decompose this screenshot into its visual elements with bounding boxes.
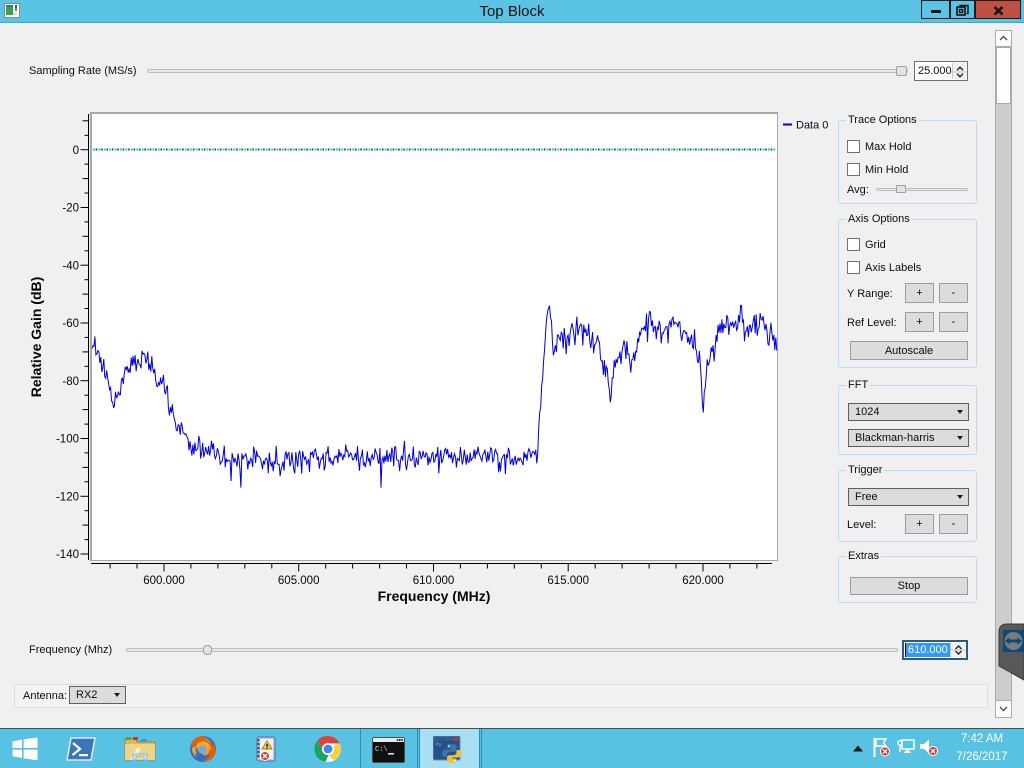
svg-text:-60: -60	[62, 318, 79, 330]
svg-text:620.000: 620.000	[682, 575, 724, 587]
svg-text:610.000: 610.000	[413, 575, 455, 587]
svg-text:-140: -140	[56, 549, 79, 561]
svg-text:Relative Gain (dB): Relative Gain (dB)	[28, 277, 44, 398]
svg-text:Data 0: Data 0	[796, 120, 828, 132]
svg-text:-100: -100	[56, 434, 79, 446]
svg-text:-80: -80	[62, 376, 79, 388]
svg-text:Frequency (MHz): Frequency (MHz)	[378, 588, 491, 604]
svg-text:-120: -120	[56, 492, 79, 504]
svg-text:0: 0	[73, 145, 79, 157]
svg-text:C:\: C:\	[375, 746, 388, 754]
svg-text:605.000: 605.000	[278, 575, 320, 587]
svg-text:600.000: 600.000	[143, 575, 185, 587]
svg-text:-20: -20	[62, 203, 79, 215]
svg-text:Py: Py	[436, 742, 442, 748]
svg-text:615.000: 615.000	[547, 575, 589, 587]
svg-text:-40: -40	[62, 260, 79, 272]
